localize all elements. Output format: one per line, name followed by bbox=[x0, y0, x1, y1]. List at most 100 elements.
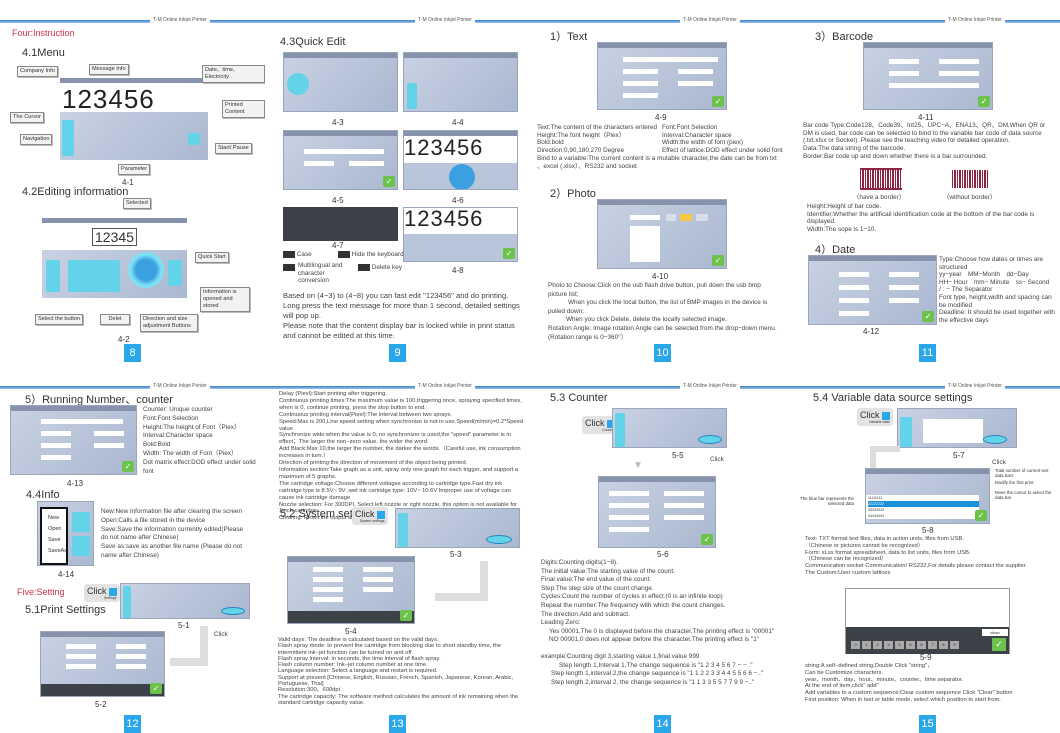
click-settings-hint: Click Settings bbox=[84, 584, 120, 602]
key-7[interactable]: 7 bbox=[928, 641, 937, 649]
screenshot-5-9: clean 0123456789 ✓ bbox=[845, 588, 1010, 654]
body-text: Based on (4−3) to (4−8) you can fast edi… bbox=[283, 291, 520, 320]
screenshot-5-8: 11111111 22222222 33333333 44444444 ✓ bbox=[865, 468, 990, 524]
caption: （without border） bbox=[943, 194, 997, 201]
heading: 4.2Editing information bbox=[22, 186, 129, 198]
header-title: T-M Online Inkjet Printer bbox=[150, 383, 210, 389]
body-text: Yes 00001,The 0 is displayed before the … bbox=[549, 627, 775, 635]
body-text: Continuous printing times:The maximum va… bbox=[279, 397, 522, 411]
body-text: （Chinese or pictures cannot be recognize… bbox=[805, 542, 924, 549]
body-text: Can be Customize characters. bbox=[805, 669, 883, 676]
key-9[interactable]: 9 bbox=[950, 641, 959, 649]
body-text: Save as:save as another file name (Pleas… bbox=[101, 543, 243, 559]
menu-open: Open bbox=[48, 526, 62, 532]
body-text: Save:Save the information currently edit… bbox=[101, 525, 244, 542]
screenshot-5-3 bbox=[395, 508, 520, 548]
callout: Parameter bbox=[118, 164, 151, 175]
annotation: Total number of current text data bars bbox=[995, 468, 1049, 479]
icon-label: Variable data bbox=[869, 420, 890, 424]
body-text: Bold:Bold bbox=[143, 441, 171, 449]
field-desc: Interval:Character space bbox=[662, 131, 732, 139]
body-text: year、month、day、hour、minute、counter、time … bbox=[805, 676, 964, 683]
settings-icon bbox=[108, 587, 117, 596]
screenshot-4-13: ✓ bbox=[10, 405, 137, 475]
section-title: Five:Setting bbox=[17, 587, 65, 597]
data-row[interactable]: 44444444 bbox=[868, 513, 979, 519]
body-text: Step length 1,interval 2,the change sequ… bbox=[551, 670, 764, 678]
legend-delete-key: Delete key bbox=[371, 264, 402, 272]
body-text: Step:The step size of the count change. bbox=[541, 584, 654, 592]
body-text: The Custom:User custom lattices bbox=[805, 569, 891, 576]
page-number: 8 bbox=[124, 344, 141, 362]
body-text: Bind to a variable:The current content i… bbox=[537, 155, 777, 170]
click-variable-hint: Click Variable data bbox=[857, 408, 893, 426]
header-title: T-M Online Inkjet Printer bbox=[680, 17, 740, 23]
key-0[interactable]: 0 bbox=[851, 641, 860, 649]
screenshot-5-7 bbox=[897, 408, 1017, 448]
body-text: Height:The height of Font（Piex） bbox=[143, 423, 241, 431]
figure-caption: 5-2 bbox=[95, 700, 107, 709]
figure-caption: 4-3 bbox=[332, 118, 344, 127]
icon-label: Settings bbox=[103, 596, 117, 600]
key-1[interactable]: 1 bbox=[862, 641, 871, 649]
heading: 5.3 Counter bbox=[550, 392, 608, 404]
key-8[interactable]: 8 bbox=[939, 641, 948, 649]
header-rule bbox=[0, 386, 265, 389]
heading: 4.3Quick Edit bbox=[280, 36, 346, 48]
screenshot-5-4: ✓ bbox=[287, 556, 415, 624]
figure-caption: 5-1 bbox=[178, 621, 190, 630]
legend-case: Case bbox=[296, 251, 312, 259]
legend-hide-keyboard: Hide the keyboard bbox=[351, 251, 404, 259]
screenshot-4-3 bbox=[283, 52, 398, 112]
figure-caption: 5-6 bbox=[657, 550, 669, 559]
body-text: NO 00001,0 does not appear before the ch… bbox=[549, 636, 760, 644]
screenshot-5-5 bbox=[612, 408, 727, 448]
callout: Information is opened and stored bbox=[200, 287, 250, 312]
key-4[interactable]: 4 bbox=[895, 641, 904, 649]
header-title: T-M Online Inkjet Printer bbox=[945, 383, 1005, 389]
heading: 4.1Menu bbox=[22, 47, 65, 59]
body-text: Step length 2,interval 2, the change seq… bbox=[551, 678, 755, 686]
screenshot-5-1 bbox=[120, 583, 250, 619]
key-6[interactable]: 6 bbox=[917, 641, 926, 649]
callout: Quick Start bbox=[195, 252, 229, 263]
screenshot-5-6: ✓ bbox=[598, 476, 716, 548]
body-text: Flash spray mode: to prevent the cartrid… bbox=[278, 643, 501, 656]
page-12: T-M Online Inkjet Printer 5）Running Numb… bbox=[0, 366, 265, 733]
clean-button[interactable]: clean bbox=[982, 629, 1008, 636]
click-label: Click bbox=[214, 631, 228, 638]
field-desc: Width:the width of font (piex) bbox=[662, 139, 743, 147]
body-text: / : − The Separator bbox=[939, 286, 993, 294]
menu-save-as: SaveAs bbox=[48, 548, 67, 554]
body-text: Counter: Unique counter bbox=[143, 406, 213, 413]
screenshot-5-2: ✓ bbox=[40, 631, 165, 697]
header-rule bbox=[0, 20, 265, 23]
key-5[interactable]: 5 bbox=[906, 641, 915, 649]
arrow bbox=[170, 658, 208, 666]
body-text: example:Counting digit 3,starting value … bbox=[541, 652, 700, 660]
key-3[interactable]: 3 bbox=[884, 641, 893, 649]
body-text: Add variables to a custom sequence;Clear… bbox=[805, 690, 1013, 697]
screenshot-4-8: 123456 ✓ bbox=[403, 207, 518, 262]
body-text: Rotation Angle: Image rotation Angle can… bbox=[548, 324, 777, 341]
page-number: 10 bbox=[654, 344, 671, 362]
annotation: Move the cursor to select the data bar bbox=[995, 489, 1052, 500]
body-text: Leading Zero: bbox=[541, 619, 581, 627]
page-number: 14 bbox=[654, 715, 671, 733]
callout: Start/ Pause bbox=[215, 143, 252, 154]
body-text: Data:The data string of the barcode. bbox=[803, 145, 906, 152]
callout: Company Info bbox=[17, 66, 58, 77]
callout: Navigation bbox=[20, 134, 53, 145]
confirm-check-icon[interactable]: ✓ bbox=[992, 638, 1006, 651]
screenshot-4-10: ✓ bbox=[597, 199, 727, 269]
annotation: Modify the first print bbox=[995, 480, 1034, 486]
field-desc: Font:Font Selection bbox=[662, 124, 718, 131]
arrow-down-icon: ▼ bbox=[633, 460, 643, 471]
page-10: T-M Online Inkjet Printer 1）Text ✓ 4-9 T… bbox=[530, 0, 795, 366]
figure-caption: 4-13 bbox=[67, 479, 84, 488]
body-text: The direction:Add and subtract. bbox=[541, 610, 630, 618]
body-text: New:New information file after clearing … bbox=[101, 508, 243, 515]
body-text: Width:The sope is 1−10. bbox=[807, 225, 877, 233]
key-2[interactable]: 2 bbox=[873, 641, 882, 649]
figure-caption: 4-2 bbox=[118, 335, 130, 344]
